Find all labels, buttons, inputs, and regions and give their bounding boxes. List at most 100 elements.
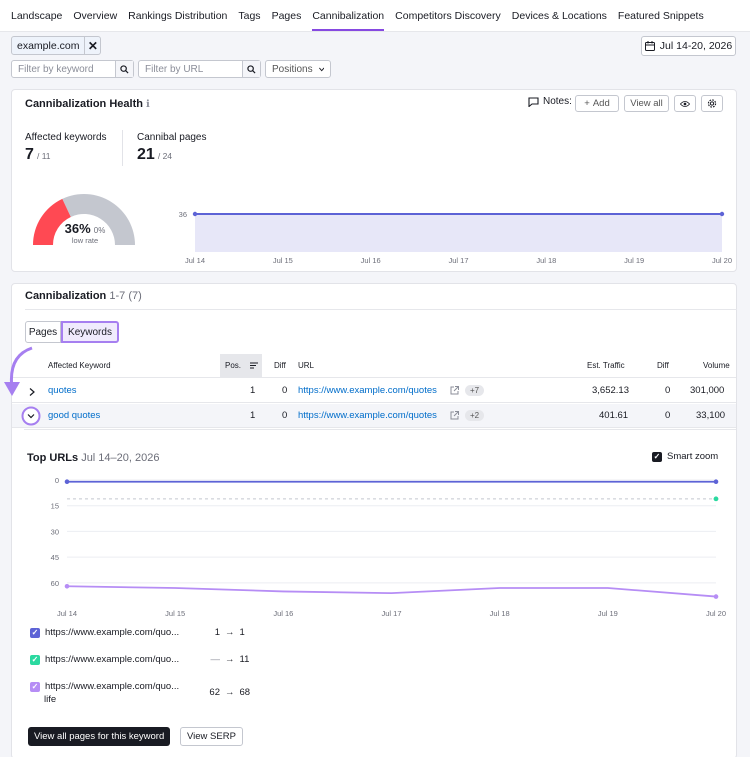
view-all-notes-button[interactable]: View all bbox=[624, 95, 669, 112]
x-tick-label: Jul 19 bbox=[598, 609, 618, 618]
url-filter-input[interactable]: Filter by URL bbox=[139, 64, 242, 75]
data-point bbox=[713, 479, 719, 485]
positions-select[interactable]: Positions bbox=[265, 60, 331, 78]
url-link[interactable]: https://www.example.com/quotes bbox=[298, 404, 437, 428]
volume-value: 33,100 bbox=[696, 410, 726, 421]
plus-icon: + bbox=[584, 98, 590, 109]
close-icon[interactable]: ✕ bbox=[84, 37, 100, 54]
checkbox-icon: ✓ bbox=[652, 451, 662, 462]
checkbox-icon: ✓ bbox=[30, 627, 40, 638]
y-tick-label: 0 bbox=[55, 476, 59, 485]
view-serp-button[interactable]: View SERP bbox=[180, 727, 243, 746]
segment-keywords[interactable]: Keywords bbox=[61, 321, 119, 343]
data-point bbox=[719, 211, 725, 217]
tab-landscape[interactable]: Landscape bbox=[11, 9, 62, 31]
date-range-label: Jul 14-20, 2026 bbox=[659, 40, 733, 52]
volume-value: 301,000 bbox=[690, 385, 725, 396]
top-urls-heading: Top URLs Jul 14–20, 2026 bbox=[27, 452, 159, 464]
col-affected-keyword[interactable]: Affected Keyword bbox=[48, 354, 111, 378]
position-from: 62 bbox=[209, 687, 220, 698]
top-urls-title: Top URLs bbox=[27, 452, 79, 464]
legend-url-extra: life bbox=[44, 694, 57, 705]
tab-featured-snippets[interactable]: Featured Snippets bbox=[618, 9, 704, 31]
col-traffic-diff[interactable]: Diff bbox=[657, 354, 669, 378]
data-point bbox=[713, 496, 719, 502]
top-urls-date: Jul 14–20, 2026 bbox=[81, 452, 160, 464]
add-note-button[interactable]: + Add bbox=[575, 95, 619, 112]
position-change: 62 → 68 bbox=[197, 687, 250, 698]
diff-value: 0 bbox=[282, 410, 288, 421]
data-point bbox=[64, 583, 70, 589]
cannibalization-heading: Cannibalization bbox=[25, 290, 107, 302]
x-tick-label: Jul 19 bbox=[624, 256, 644, 265]
keyword-link[interactable]: good quotes bbox=[48, 404, 100, 428]
gear-icon[interactable] bbox=[701, 95, 723, 112]
position-change: 1 → 1 bbox=[202, 627, 245, 638]
diff-value: 0 bbox=[282, 385, 288, 396]
view-all-pages-button[interactable]: View all pages for this keyword bbox=[28, 727, 171, 746]
calendar-icon bbox=[644, 41, 655, 51]
arrow-right-icon: → bbox=[225, 687, 235, 698]
domain-chip: example.com ✕ bbox=[11, 36, 102, 55]
note-icon bbox=[528, 96, 539, 107]
info-icon[interactable]: ℹ bbox=[146, 99, 150, 110]
tab-tags[interactable]: Tags bbox=[238, 9, 260, 31]
pos-value: 1 bbox=[250, 385, 256, 396]
checkbox-icon: ✓ bbox=[30, 681, 40, 692]
external-link-icon[interactable] bbox=[450, 411, 459, 420]
keyword-filter: Filter by keyword bbox=[11, 60, 134, 78]
x-tick-label: Jul 20 bbox=[706, 609, 726, 618]
position-change: — → 11 bbox=[202, 654, 250, 665]
arrow-right-icon: → bbox=[225, 654, 235, 665]
external-link-icon[interactable] bbox=[450, 386, 459, 395]
smart-zoom-toggle[interactable]: ✓ Smart zoom bbox=[652, 451, 718, 462]
keyword-link[interactable]: quotes bbox=[48, 379, 77, 403]
tab-competitors-discovery[interactable]: Competitors Discovery bbox=[395, 9, 501, 31]
col-url[interactable]: URL bbox=[298, 354, 314, 378]
url-link[interactable]: https://www.example.com/quotes bbox=[298, 379, 437, 403]
search-icon[interactable] bbox=[115, 61, 133, 77]
tab-cannibalization[interactable]: Cannibalization bbox=[312, 9, 385, 31]
segment-pages[interactable]: Pages bbox=[25, 321, 61, 343]
y-tick-label: 36 bbox=[179, 210, 187, 219]
legend-url: https://www.example.com/quo... bbox=[45, 681, 180, 692]
domain-chip-label: example.com bbox=[17, 39, 80, 52]
x-tick-label: Jul 15 bbox=[165, 609, 185, 618]
smart-zoom-label: Smart zoom bbox=[667, 451, 719, 462]
more-urls-badge[interactable]: +2 bbox=[465, 410, 485, 421]
col-est-traffic[interactable]: Est. Traffic bbox=[587, 354, 625, 378]
eye-icon[interactable] bbox=[674, 95, 696, 112]
col-diff[interactable]: Diff bbox=[274, 354, 286, 378]
keyword-filter-input[interactable]: Filter by keyword bbox=[12, 64, 115, 75]
chevron-down-icon[interactable] bbox=[21, 406, 41, 426]
more-urls-badge[interactable]: +7 bbox=[465, 385, 485, 396]
tab-rankings-distribution[interactable]: Rankings Distribution bbox=[128, 9, 227, 31]
x-tick-label: Jul 15 bbox=[273, 256, 293, 265]
pos-value: 1 bbox=[250, 410, 256, 421]
y-tick-label: 15 bbox=[51, 502, 59, 511]
cannibalization-table-card: Cannibalization 1-7 (7) Pages Keywords A… bbox=[11, 283, 737, 757]
tab-pages[interactable]: Pages bbox=[272, 9, 302, 31]
gauge-percent: 36% bbox=[64, 221, 91, 236]
date-range-button[interactable]: Jul 14-20, 2026 bbox=[641, 36, 736, 56]
search-icon[interactable] bbox=[242, 61, 260, 77]
gauge-readout: 36% 0% bbox=[58, 221, 112, 236]
affected-keywords-value: 7 bbox=[25, 146, 34, 163]
col-pos-sorted[interactable]: Pos. bbox=[220, 354, 262, 378]
x-tick-label: Jul 16 bbox=[273, 609, 293, 618]
y-tick-label: 60 bbox=[51, 579, 59, 588]
tab-overview[interactable]: Overview bbox=[73, 9, 117, 31]
add-note-label: Add bbox=[592, 98, 610, 109]
position-to: 68 bbox=[239, 687, 251, 698]
x-tick-label: Jul 18 bbox=[490, 609, 510, 618]
cannibal-pages-value: 21 bbox=[137, 146, 155, 163]
traffic-diff-value: 0 bbox=[665, 410, 671, 421]
legend-url: https://www.example.com/quo... bbox=[45, 627, 180, 638]
notes: Notes: bbox=[528, 96, 572, 107]
affected-keywords-label: Affected keywords bbox=[25, 132, 107, 143]
notes-label: Notes: bbox=[543, 96, 572, 107]
sort-icon bbox=[250, 362, 258, 369]
tab-devices-locations[interactable]: Devices & Locations bbox=[512, 9, 607, 31]
area-fill bbox=[195, 214, 722, 252]
col-volume[interactable]: Volume bbox=[703, 354, 730, 378]
